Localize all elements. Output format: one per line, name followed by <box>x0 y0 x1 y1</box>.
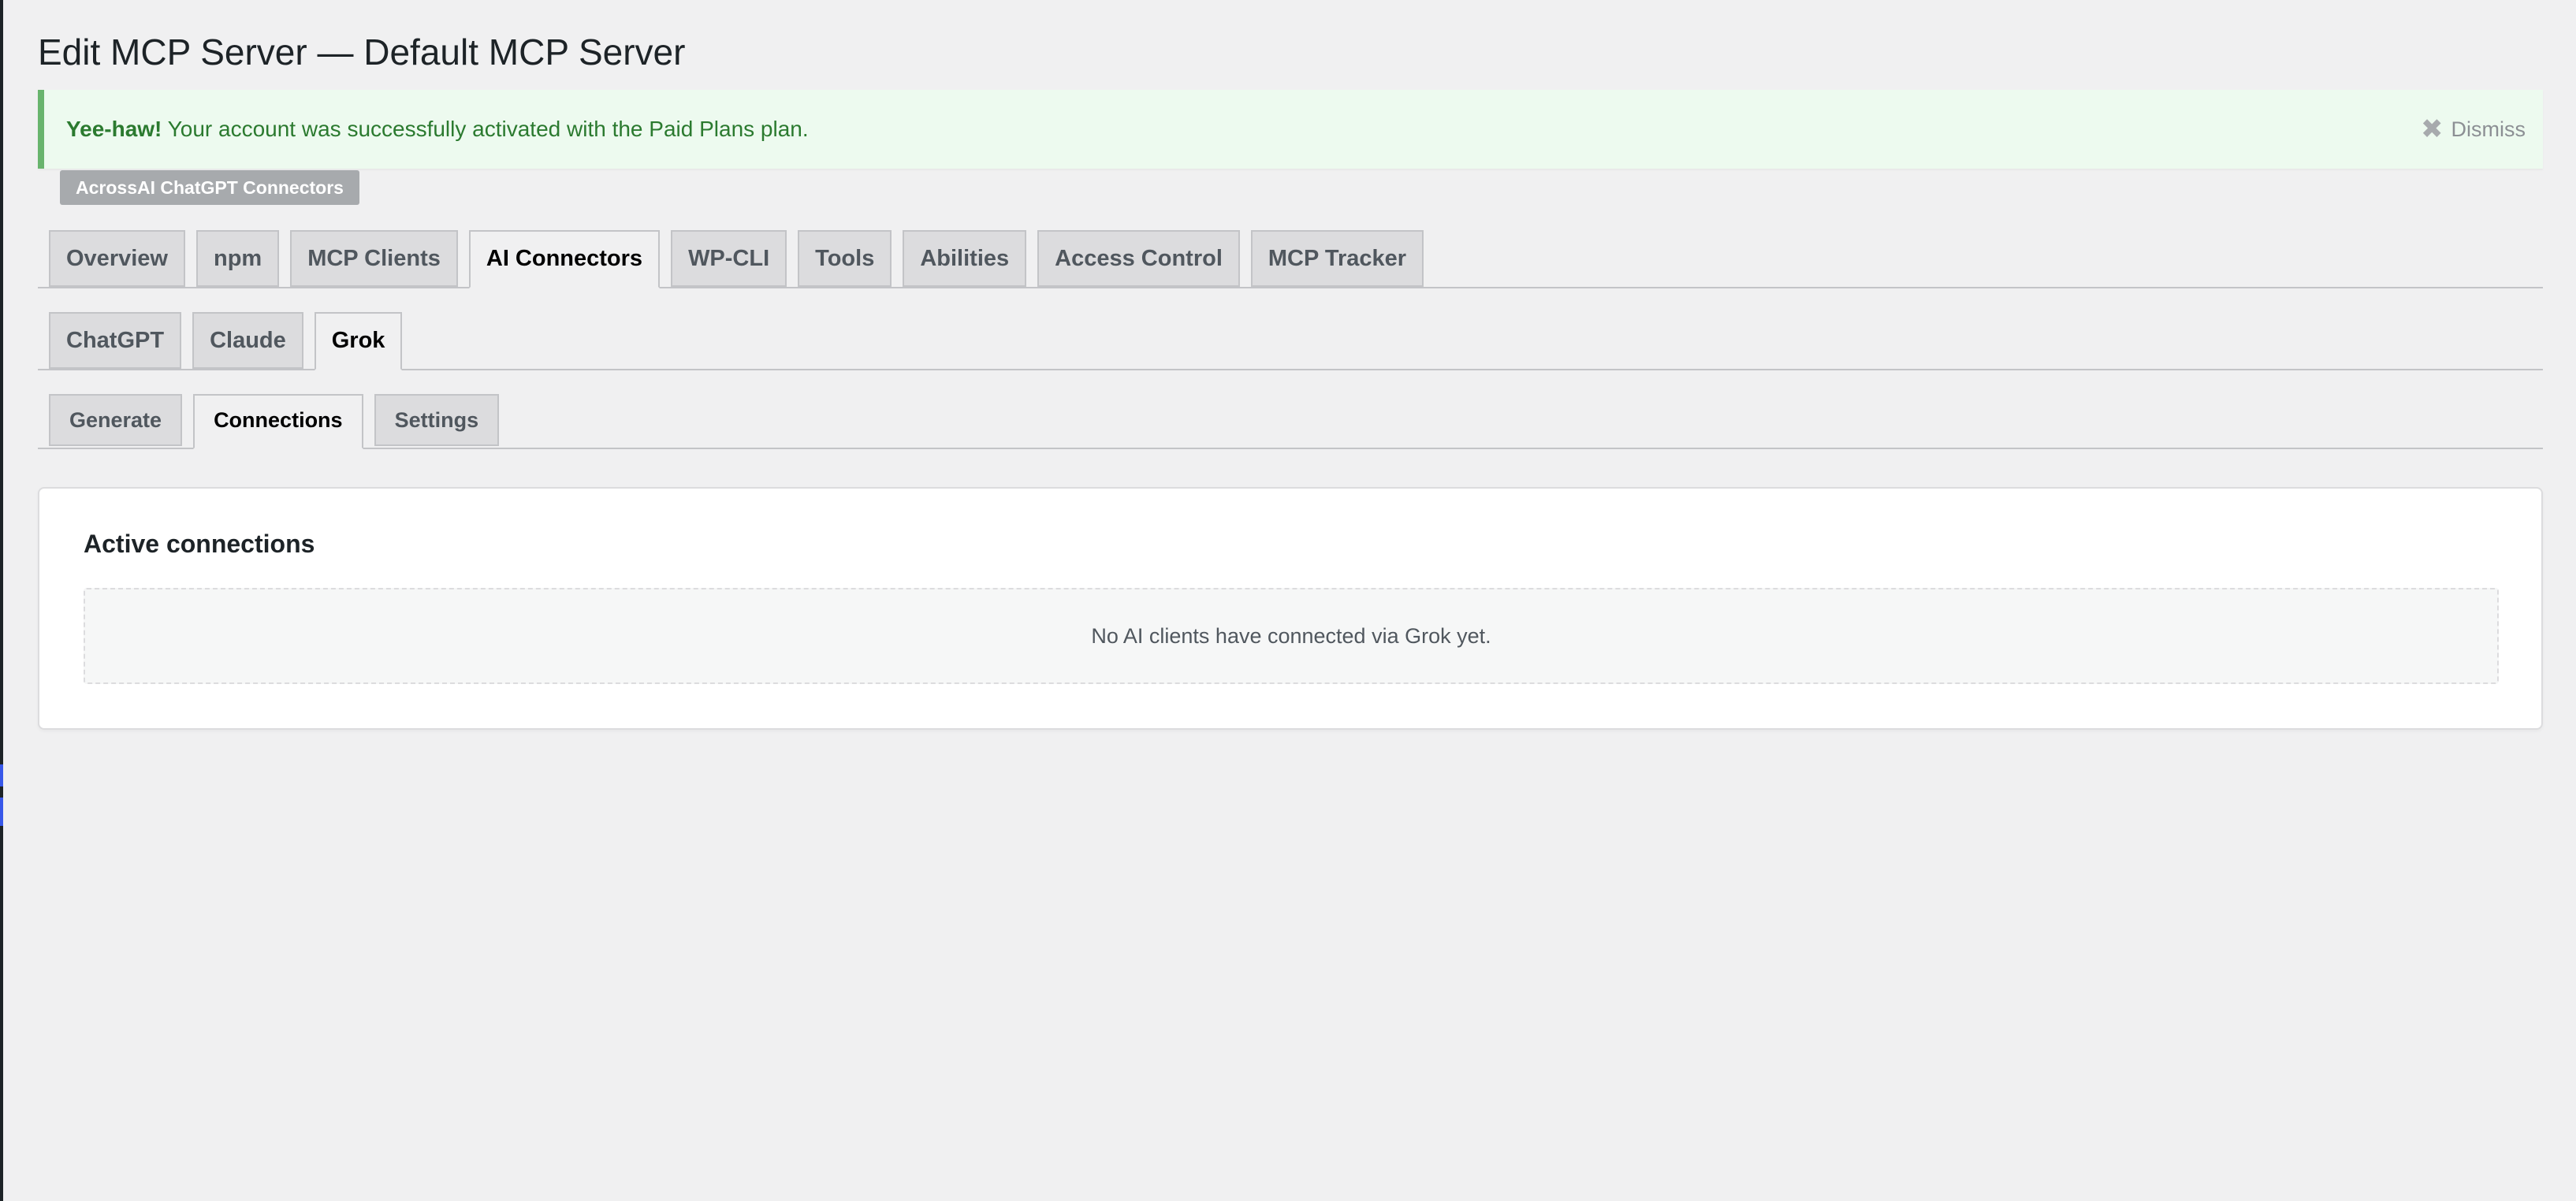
tab-abilities[interactable]: Abilities <box>903 230 1027 287</box>
dismiss-label: Dismiss <box>2451 117 2526 141</box>
connector-tab-bar: ChatGPT Claude Grok <box>38 312 2543 370</box>
tab-ai-connectors[interactable]: AI Connectors <box>468 230 661 288</box>
tab-tools[interactable]: Tools <box>798 230 892 287</box>
tab-connections[interactable]: Connections <box>193 394 363 449</box>
tab-settings[interactable]: Settings <box>374 394 500 446</box>
main-tab-bar: Overview npm MCP Clients AI Connectors W… <box>38 230 2543 288</box>
tab-generate[interactable]: Generate <box>49 394 183 446</box>
notice-text: Yee-haw! Your account was successfully a… <box>66 90 809 169</box>
success-notice: Yee-haw! Your account was successfully a… <box>38 90 2543 169</box>
tab-claude[interactable]: Claude <box>192 312 303 369</box>
dismiss-button[interactable]: ✖ Dismiss <box>2421 90 2526 169</box>
tab-mcp-clients[interactable]: MCP Clients <box>290 230 458 287</box>
tab-npm[interactable]: npm <box>195 230 280 287</box>
tab-access-control[interactable]: Access Control <box>1037 230 1240 287</box>
plugin-badge: AcrossAI ChatGPT Connectors <box>60 170 359 205</box>
close-icon: ✖ <box>2421 114 2444 144</box>
tab-wp-cli[interactable]: WP-CLI <box>671 230 787 287</box>
tab-overview[interactable]: Overview <box>49 230 185 287</box>
card-title: Active connections <box>84 530 315 558</box>
section-tab-bar: Generate Connections Settings <box>38 394 2543 449</box>
tab-mcp-tracker[interactable]: MCP Tracker <box>1250 230 1424 287</box>
admin-sidebar-edge <box>0 0 3 1201</box>
sidebar-active-marker <box>0 764 3 826</box>
empty-state: No AI clients have connected via Grok ye… <box>84 588 2499 684</box>
connections-card: Active connections No AI clients have co… <box>38 487 2543 730</box>
notice-strong: Yee-haw! <box>66 117 162 141</box>
notice-message: Your account was successfully activated … <box>162 117 809 141</box>
tab-chatgpt[interactable]: ChatGPT <box>49 312 182 369</box>
page-title: Edit MCP Server — Default MCP Server <box>38 32 686 73</box>
tab-grok[interactable]: Grok <box>314 312 403 370</box>
